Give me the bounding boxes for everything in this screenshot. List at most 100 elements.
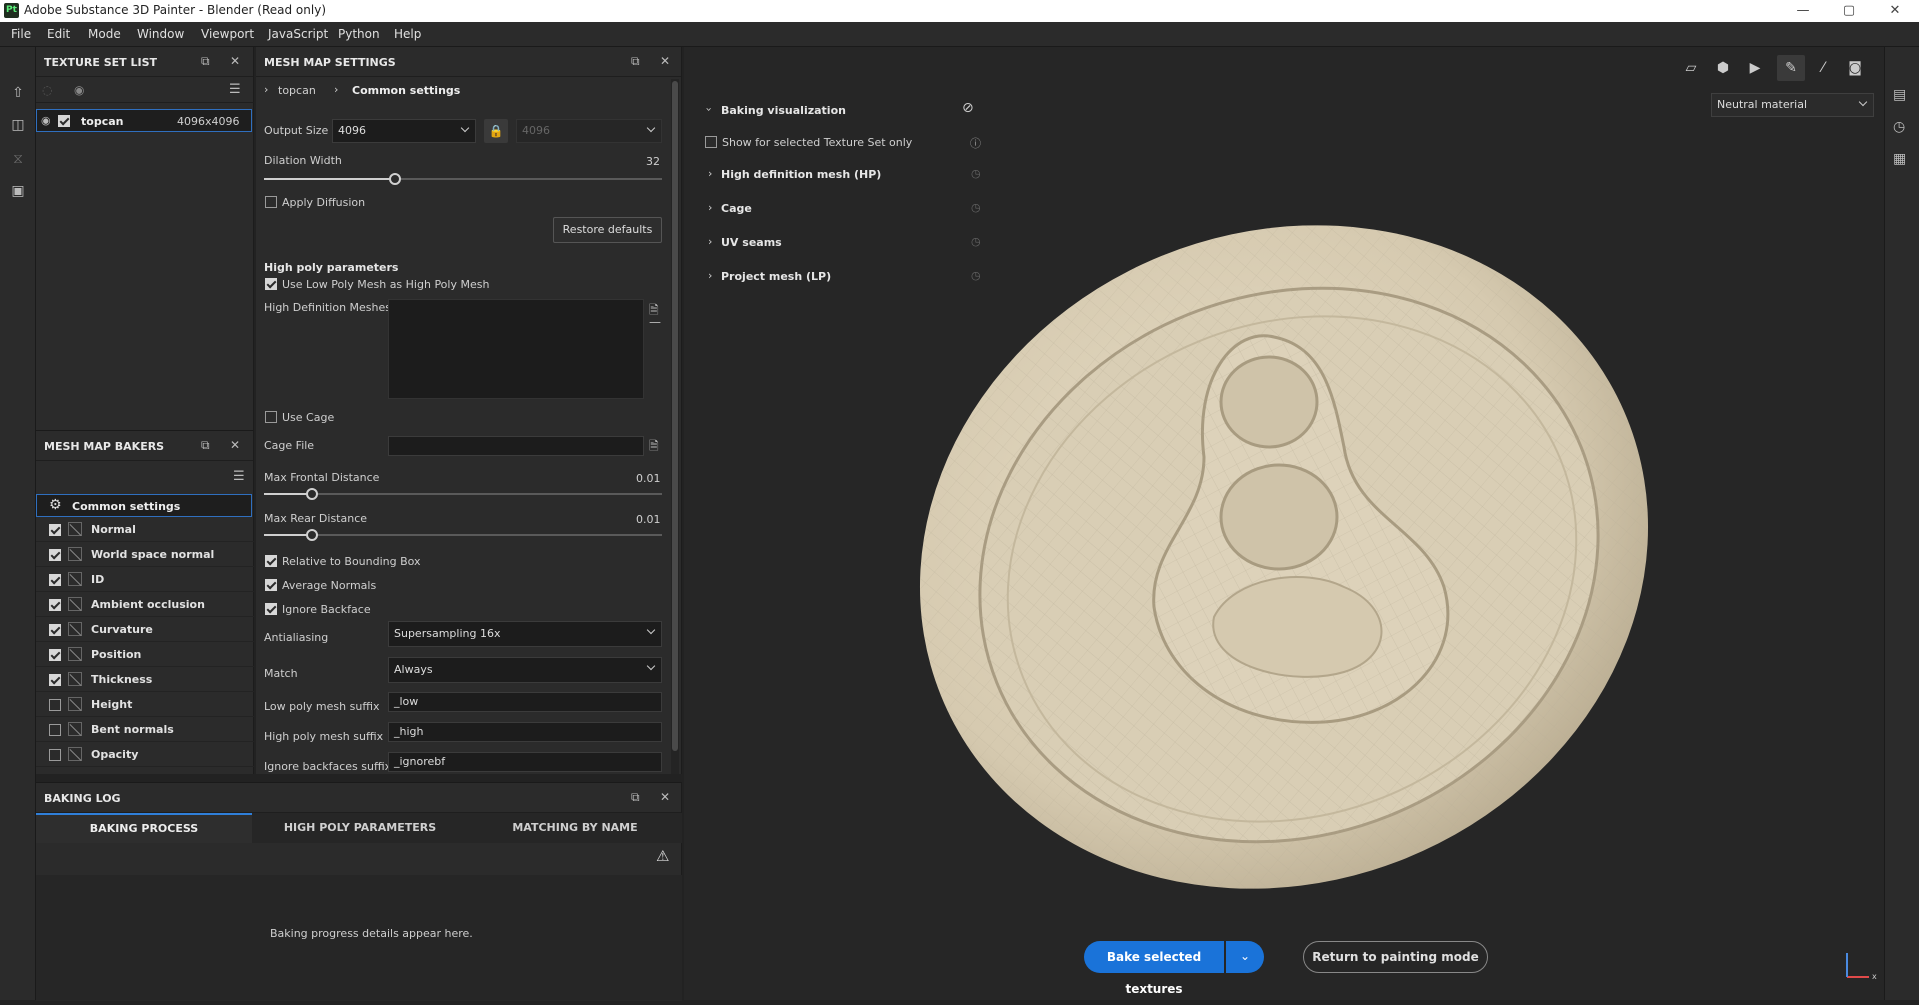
baker-checkbox[interactable] — [49, 674, 61, 686]
eye-off-icon[interactable]: ⊘ — [962, 100, 974, 116]
undock-icon[interactable]: ⧉ — [631, 790, 640, 805]
warning-icon[interactable]: ⚠ — [656, 847, 669, 865]
menu-help[interactable]: Help — [394, 27, 421, 41]
minus-icon[interactable]: — — [649, 315, 661, 329]
slider-knob[interactable] — [305, 488, 318, 500]
low-suffix-input[interactable]: _low — [388, 692, 662, 712]
close-window-button[interactable]: ✕ — [1872, 0, 1918, 22]
baker-checkbox[interactable] — [49, 724, 61, 736]
baker-checkbox[interactable] — [49, 549, 61, 561]
menu-icon[interactable]: ☰ — [229, 82, 241, 97]
show-selected-checkbox[interactable] — [705, 136, 717, 148]
baker-checkbox[interactable] — [49, 624, 61, 636]
chevron-right-icon[interactable]: › — [708, 201, 712, 214]
history-icon[interactable]: ⧖ — [9, 151, 27, 169]
dilation-width-slider[interactable] — [264, 173, 662, 185]
chevron-right-icon[interactable]: › — [708, 167, 712, 180]
section-high-definition-mesh[interactable]: High definition mesh (HP) — [721, 168, 881, 181]
average-normals-checkbox[interactable] — [265, 579, 277, 591]
output-size-select[interactable]: 4096 — [332, 119, 476, 143]
close-icon[interactable]: ✕ — [660, 54, 670, 68]
slider-knob[interactable] — [389, 173, 402, 185]
baker-checkbox[interactable] — [49, 749, 61, 761]
baker-item[interactable]: Opacity — [36, 743, 254, 767]
scrollbar-thumb[interactable] — [672, 81, 678, 751]
high-suffix-input[interactable]: _high — [388, 722, 662, 742]
relative-bbox-checkbox[interactable] — [265, 555, 277, 567]
log-icon[interactable]: ▦ — [1893, 151, 1906, 167]
breadcrumb-common-settings[interactable]: Common settings — [352, 84, 460, 97]
export-icon[interactable]: ⇧ — [9, 85, 27, 103]
baker-checkbox[interactable] — [49, 699, 61, 711]
close-icon[interactable]: ✕ — [230, 438, 240, 452]
baker-item[interactable]: Height — [36, 693, 254, 717]
slider-knob[interactable] — [305, 529, 318, 541]
menu-javascript[interactable]: JavaScript — [268, 27, 328, 41]
bake-icon[interactable]: ◫ — [9, 117, 27, 135]
ignore-suffix-input[interactable]: _ignorebf — [388, 752, 662, 772]
cage-file-input[interactable] — [388, 436, 644, 456]
history-icon[interactable]: ◷ — [1893, 119, 1905, 135]
baker-checkbox[interactable] — [49, 649, 61, 661]
close-icon[interactable]: ✕ — [660, 790, 670, 804]
breadcrumb-texture-set[interactable]: topcan — [278, 84, 316, 97]
baker-checkbox[interactable] — [49, 599, 61, 611]
section-uv-seams[interactable]: UV seams — [721, 236, 782, 249]
texture-set-item[interactable]: ◉ topcan 4096x4096 — [36, 109, 252, 132]
display-settings-icon[interactable]: ▣ — [9, 183, 27, 201]
viewport[interactable]: ▱ ⬢ ▶ ✎ ⁄ ◙ › Baking visualization ⊘ Sho… — [684, 47, 1884, 1000]
cube-icon[interactable]: ⬢ — [1709, 55, 1737, 81]
visibility-icon[interactable]: ◌ — [42, 83, 52, 97]
can-lid-mesh[interactable] — [904, 197, 1654, 897]
reset-icon[interactable]: ◷ — [971, 167, 981, 180]
lock-icon[interactable]: 🔒 — [484, 119, 508, 143]
maximize-button[interactable]: ▢ — [1826, 0, 1872, 22]
chevron-down-icon[interactable]: ⌄ — [1226, 941, 1264, 973]
baker-item[interactable]: Normal — [36, 518, 254, 542]
max-rear-slider[interactable] — [264, 529, 662, 541]
undock-icon[interactable]: ⧉ — [201, 438, 210, 453]
max-frontal-slider[interactable] — [264, 488, 662, 500]
baker-item[interactable]: Ambient occlusion — [36, 593, 254, 617]
menu-window[interactable]: Window — [137, 27, 184, 41]
camera-icon[interactable]: ▶ — [1741, 55, 1769, 81]
menu-file[interactable]: File — [11, 27, 31, 41]
properties-icon[interactable]: ▤ — [1893, 87, 1906, 103]
undock-icon[interactable]: ⧉ — [631, 54, 640, 69]
undock-icon[interactable]: ⧉ — [201, 54, 210, 69]
tab-baking-process[interactable]: BAKING PROCESS — [36, 813, 252, 843]
baker-item[interactable]: Bent normals — [36, 718, 254, 742]
texture-set-checkbox[interactable] — [58, 115, 70, 127]
screenshot-icon[interactable]: ◙ — [1841, 55, 1869, 81]
bakers-menu-icon[interactable]: ☰ — [233, 469, 245, 484]
material-select[interactable]: Neutral material — [1711, 93, 1874, 117]
eye-icon[interactable]: ◉ — [74, 83, 84, 97]
view-mode-icon[interactable]: ▱ — [1677, 55, 1705, 81]
hd-meshes-list[interactable] — [388, 299, 644, 399]
info-icon[interactable]: ⓘ — [970, 135, 981, 151]
apply-diffusion-checkbox[interactable] — [265, 196, 277, 208]
menu-viewport[interactable]: Viewport — [201, 27, 254, 41]
chevron-down-icon[interactable]: › — [703, 107, 716, 111]
menu-edit[interactable]: Edit — [47, 27, 70, 41]
baker-item[interactable]: Curvature — [36, 618, 254, 642]
common-settings-item[interactable]: ⚙ Common settings — [36, 494, 252, 517]
tab-matching-by-name[interactable]: MATCHING BY NAME — [468, 813, 682, 843]
baker-checkbox[interactable] — [49, 574, 61, 586]
paint-brush-icon[interactable]: ⁄ — [1809, 55, 1837, 81]
baker-item[interactable]: World space normal — [36, 543, 254, 567]
section-cage[interactable]: Cage — [721, 202, 752, 215]
baker-checkbox[interactable] — [49, 524, 61, 536]
baker-item[interactable]: ID — [36, 568, 254, 592]
chevron-right-icon[interactable]: › — [708, 269, 712, 282]
chevron-right-icon[interactable]: › — [708, 235, 712, 248]
eye-icon[interactable]: ◉ — [41, 114, 51, 127]
menu-python[interactable]: Python — [338, 27, 380, 41]
baker-item[interactable]: Position — [36, 643, 254, 667]
tab-high-poly-parameters[interactable]: HIGH POLY PARAMETERS — [252, 813, 468, 843]
bake-selected-textures-button[interactable]: Bake selected textures — [1084, 941, 1224, 996]
return-to-painting-button[interactable]: Return to painting mode — [1303, 941, 1488, 973]
scrollbar-track[interactable] — [671, 79, 679, 774]
close-icon[interactable]: ✕ — [230, 54, 240, 68]
match-select[interactable]: Always — [388, 657, 662, 683]
